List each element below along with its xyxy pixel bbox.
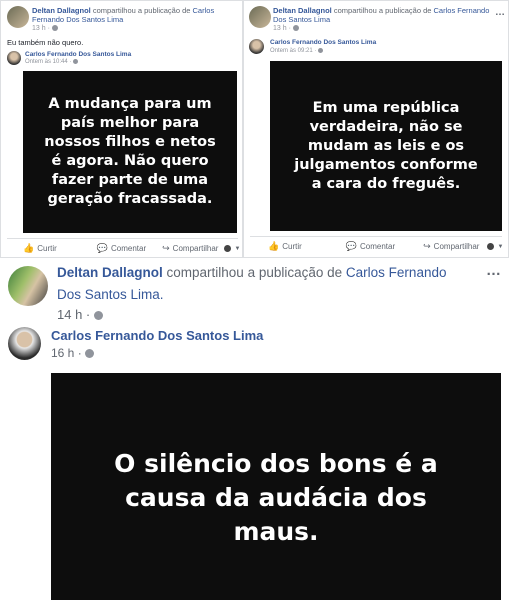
author-name[interactable]: Deltan Dallagnol (273, 6, 332, 15)
shared-from-link-continued[interactable]: Dos Santos Lima (273, 15, 330, 24)
quote-text: A mudança para um país melhor para nosso… (44, 96, 216, 207)
like-button[interactable]: 👍 Curtir (268, 241, 302, 252)
shared-text: compartilhou a publicação de (166, 265, 343, 280)
action-bar: 👍 Curtir 💬 Comentar ↪ Compartilhar ▼ (23, 243, 240, 254)
comment-icon: 💬 (345, 241, 357, 251)
chevron-down-icon: ▼ (234, 245, 241, 252)
post-time[interactable]: 13 h · (273, 25, 299, 32)
globe-icon (73, 59, 79, 64)
post-body-text: Eu também não quero. (7, 38, 84, 47)
audience-selector-icon (224, 245, 232, 252)
comment-icon: 💬 (96, 243, 108, 253)
inner-avatar[interactable] (8, 327, 41, 360)
avatar[interactable] (249, 6, 271, 28)
quote-image[interactable]: A mudança para um país melhor para nosso… (23, 71, 237, 233)
post-card-3: Deltan Dallagnol compartilhou a publicaç… (0, 260, 509, 600)
quote-text: Em uma república verdadeira, não se muda… (294, 99, 478, 192)
avatar[interactable] (7, 6, 29, 28)
author-name[interactable]: Deltan Dallagnol (57, 265, 163, 280)
inner-avatar[interactable] (249, 39, 264, 54)
inner-avatar[interactable] (7, 51, 21, 65)
divider (250, 236, 502, 237)
inner-post-time[interactable]: Ontem às 10:44 · (25, 59, 79, 65)
shared-from-link-continued[interactable]: Fernando Dos Santos Lima (32, 15, 123, 24)
post-card-2: Deltan Dallagnol compartilhou a publicaç… (243, 0, 509, 258)
globe-icon (318, 48, 324, 53)
action-bar: 👍 Curtir 💬 Comentar ↪ Compartilhar ▼ (268, 241, 504, 252)
shared-text: compartilhou a publicação de (333, 6, 432, 15)
inner-author-name[interactable]: Carlos Fernando Dos Santos Lima (25, 51, 131, 58)
post-time[interactable]: 14 h · (57, 307, 103, 322)
audience-selector[interactable]: ▼ (487, 243, 503, 250)
shared-from-link[interactable]: Carlos (193, 6, 215, 15)
avatar[interactable] (8, 266, 48, 306)
shared-from-link[interactable]: Carlos Fernando (434, 6, 490, 15)
post-card-1: Deltan Dallagnol compartilhou a publicaç… (0, 0, 243, 258)
share-arrow-icon: ↪ (423, 241, 431, 251)
post-header-line1: Deltan Dallagnol compartilhou a publicaç… (273, 6, 489, 15)
more-options-icon[interactable]: … (495, 7, 506, 18)
globe-icon (292, 25, 299, 32)
share-arrow-icon: ↪ (162, 243, 170, 253)
inner-author-name[interactable]: Carlos Fernando Dos Santos Lima (51, 328, 263, 343)
globe-icon (85, 349, 95, 359)
divider (7, 238, 238, 239)
share-button[interactable]: ↪ Compartilhar (162, 243, 218, 254)
author-name[interactable]: Deltan Dallagnol (32, 6, 91, 15)
more-options-icon[interactable]: … (486, 262, 502, 279)
share-button[interactable]: ↪ Compartilhar (423, 241, 479, 252)
inner-post-time[interactable]: Ontem às 09:21 · (270, 48, 324, 54)
chevron-down-icon: ▼ (497, 243, 504, 250)
quote-image[interactable]: O silêncio dos bons é a causa da audácia… (51, 373, 501, 600)
comment-button[interactable]: 💬 Comentar (97, 243, 146, 254)
globe-icon (93, 311, 103, 321)
shared-from-link-continued[interactable]: Dos Santos Lima. (57, 287, 164, 302)
post-time[interactable]: 13 h · (32, 25, 58, 32)
like-button[interactable]: 👍 Curtir (23, 243, 57, 254)
post-header-line1: Deltan Dallagnol compartilhou a publicaç… (32, 6, 214, 15)
audience-selector-icon (487, 243, 495, 250)
comment-button[interactable]: 💬 Comentar (346, 241, 395, 252)
thumbs-up-icon: 👍 (268, 241, 280, 251)
shared-text: compartilhou a publicação de (92, 6, 191, 15)
quote-text: O silêncio dos bons é a causa da audácia… (114, 448, 438, 546)
inner-author-name[interactable]: Carlos Fernando Dos Santos Lima (270, 39, 376, 46)
post-header-line1: Deltan Dallagnol compartilhou a publicaç… (57, 265, 446, 280)
shared-from-link[interactable]: Carlos Fernando (346, 265, 447, 280)
globe-icon (51, 25, 58, 32)
inner-post-time[interactable]: 16 h · (51, 346, 95, 360)
thumbs-up-icon: 👍 (23, 243, 35, 253)
audience-selector[interactable]: ▼ (224, 245, 240, 252)
quote-image[interactable]: Em uma república verdadeira, não se muda… (270, 61, 502, 231)
